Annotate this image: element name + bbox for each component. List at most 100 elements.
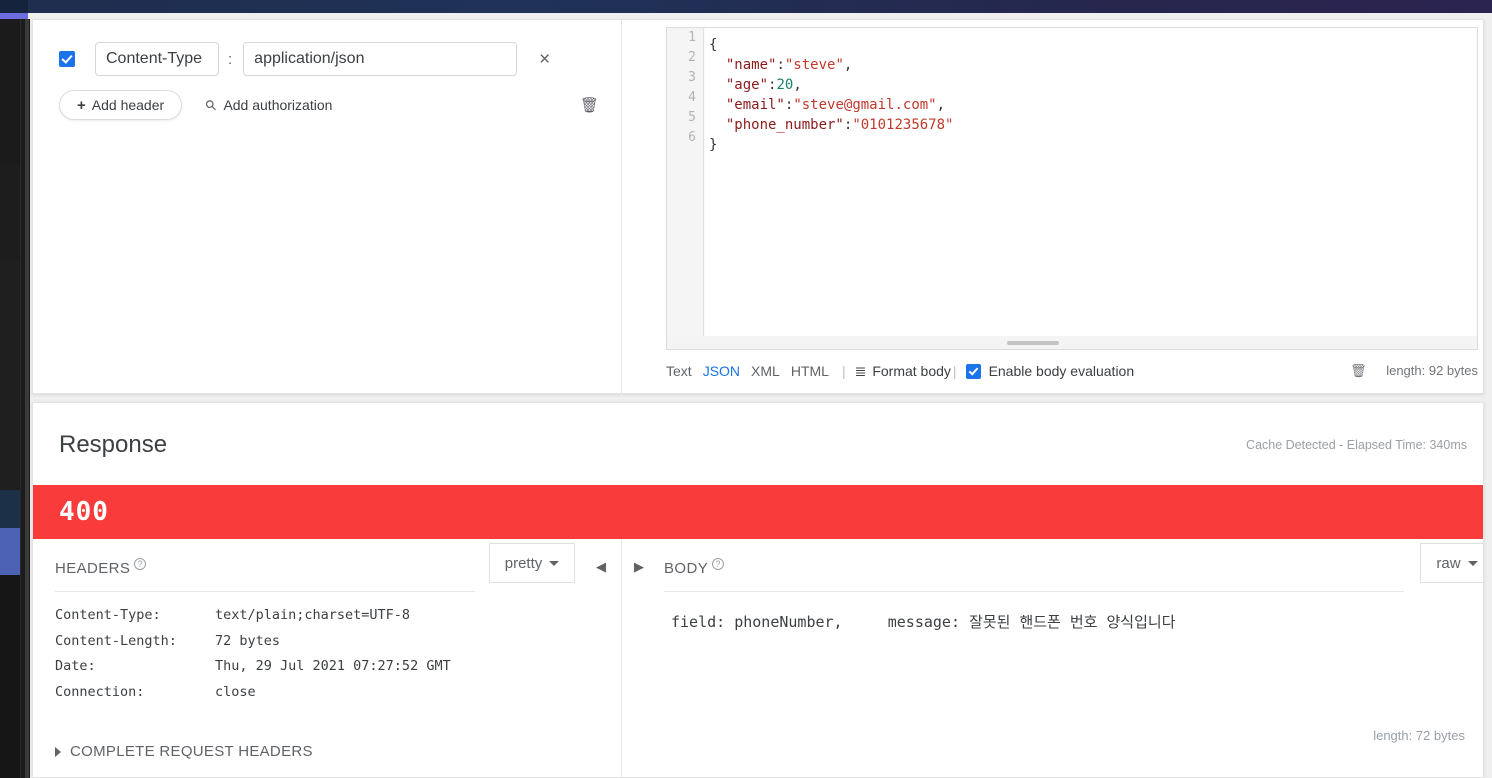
header-value: text/plain;charset=UTF-8 — [215, 607, 411, 623]
headers-underline — [55, 591, 475, 592]
help-icon-body[interactable]: ? — [712, 558, 725, 570]
format-tab-json[interactable]: JSON — [703, 363, 740, 379]
editor-line-number-gutter: 1 2 3 4 5 6 — [667, 28, 704, 341]
code-token-num: 20 — [776, 77, 794, 93]
response-headers-table: Content-Type: text/plain;charset=UTF-8 Con… — [55, 603, 451, 705]
code-token-pun: { — [709, 37, 718, 53]
rail-segment-navy — [0, 490, 20, 528]
format-tab-xml[interactable]: XML — [751, 363, 780, 379]
header-table-row: Date: Thu, 29 Jul 2021 07:27:52 GMT — [55, 654, 451, 680]
code-token-str: "steve" — [784, 57, 844, 73]
code-line: "name":"steve", — [709, 55, 1477, 75]
header-name: Connection: — [55, 683, 145, 700]
editor-activity-rail — [0, 19, 20, 778]
body-label-text: BODY — [664, 560, 709, 577]
rail-segment-dark-4 — [0, 575, 20, 778]
editor-horizontal-scrollbar[interactable] — [666, 336, 1478, 350]
enable-body-evaluation-toggle[interactable]: Enable body evaluation — [965, 363, 1135, 379]
response-title: Response — [59, 431, 168, 458]
format-tab-html[interactable]: HTML — [791, 363, 829, 379]
headers-view-mode-value: pretty — [504, 554, 543, 572]
response-pane-divider — [621, 539, 622, 777]
line-number: 5 — [688, 110, 696, 125]
headers-label-text: HEADERS — [55, 560, 131, 577]
key-icon: ⚲ — [201, 95, 221, 114]
request-body-length-label: length: 92 bytes — [1386, 363, 1478, 378]
code-token-pun: , — [843, 57, 853, 73]
code-token-pun: : — [776, 57, 785, 73]
enable-evaluation-label: Enable body evaluation — [988, 363, 1135, 379]
header-separator: : — [228, 50, 233, 68]
code-line: "email":"steve@gmail.com", — [709, 95, 1477, 115]
rail-segment-blue — [0, 528, 20, 575]
request-body-toolbar: Text JSON XML HTML | ≣ Format body | Enable… — [666, 356, 1478, 386]
window-titlebar — [0, 0, 1492, 13]
help-icon[interactable]: ? — [134, 558, 147, 570]
headers-view-mode-select[interactable]: pretty — [489, 543, 575, 583]
response-header: Response Cache Detected - Elapsed Time: … — [33, 403, 1483, 485]
headers-pane-label: HEADERS? — [55, 558, 147, 577]
editor-rail-scrollbar[interactable] — [25, 19, 29, 778]
enable-evaluation-checkbox[interactable] — [965, 363, 981, 379]
header-table-row: Connection: close — [55, 680, 451, 706]
add-header-label: Add header — [91, 97, 165, 113]
code-token-pun: , — [936, 97, 946, 113]
response-body-pane-header: ▶ BODY? raw — [622, 539, 1483, 595]
chevron-right-icon — [55, 746, 61, 757]
body-view-mode-value: raw — [1436, 554, 1461, 572]
line-number: 6 — [688, 130, 696, 145]
code-token-pun: } — [709, 137, 718, 153]
response-meta: Cache Detected - Elapsed Time: 340ms — [1246, 438, 1467, 452]
line-number: 1 — [688, 30, 696, 45]
add-header-button[interactable]: + Add header — [59, 90, 183, 120]
header-table-row: Content-Type: text/plain;charset=UTF-8 — [55, 603, 451, 629]
request-body-editor[interactable]: 123456 { "name":"steve", "age":20, "emai… — [666, 27, 1478, 342]
code-token-pun — [709, 77, 726, 93]
clear-body-icon[interactable]: 🗑 — [1350, 363, 1367, 378]
remove-header-icon[interactable]: × — [539, 50, 550, 69]
line-number: 4 — [688, 90, 696, 105]
header-value-input[interactable] — [243, 42, 518, 76]
format-tab-text[interactable]: Text — [666, 363, 692, 379]
request-headers-pane: : × + Add header ⚲ Add authorization 🗑 — [33, 20, 621, 395]
body-view-mode-select[interactable]: raw — [1420, 543, 1483, 583]
add-authorization-button[interactable]: ⚲ Add authorization — [202, 95, 333, 114]
code-token-str: "steve@gmail.com" — [793, 97, 937, 113]
code-token-pun: , — [793, 77, 802, 93]
code-line: "phone_number":"0101235678" — [709, 115, 1477, 135]
header-key-input[interactable] — [95, 42, 219, 76]
header-value: Thu, 29 Jul 2021 07:27:52 GMT — [215, 658, 451, 674]
delete-headers-icon[interactable]: 🗑 — [580, 96, 599, 114]
chevron-down-icon — [549, 560, 560, 566]
body-underline — [664, 591, 1404, 592]
header-row: : × — [59, 42, 550, 76]
editor-scrollbar-thumb[interactable] — [1007, 341, 1059, 345]
header-name: Date: — [55, 658, 96, 674]
pane-prev-arrow[interactable]: ◀ — [596, 559, 606, 575]
format-body-button[interactable]: ≣ Format body — [855, 363, 951, 380]
format-body-label: Format body — [872, 363, 951, 379]
header-table-row: Content-Length: 72 bytes — [55, 629, 451, 655]
code-token-key: "email" — [725, 97, 785, 113]
code-line: { — [709, 35, 1477, 55]
header-enabled-checkbox[interactable] — [59, 51, 75, 67]
status-banner: 400 — [33, 485, 1483, 539]
request-actions-row: + Add header ⚲ Add authorization 🗑 — [59, 90, 599, 120]
header-name: Content-Type: — [55, 607, 161, 623]
pane-next-arrow[interactable]: ▶ — [634, 559, 644, 575]
rail-segment-dark-3 — [0, 260, 20, 490]
header-value: close — [215, 683, 256, 700]
code-token-key: "age" — [725, 77, 769, 93]
response-headers-pane-header: HEADERS? pretty ◀ — [33, 539, 621, 595]
line-number: 3 — [688, 70, 696, 85]
page-content: : × + Add header ⚲ Add authorization 🗑 — [30, 13, 1492, 778]
complete-request-headers-label: COMPLETE REQUEST HEADERS — [70, 743, 313, 760]
app-root: : × + Add header ⚲ Add authorization 🗑 — [0, 0, 1492, 778]
code-token-pun — [709, 117, 726, 133]
code-line: } — [709, 135, 1477, 155]
editor-code-area[interactable]: { "name":"steve", "age": 20, "email":"ste… — [705, 28, 1477, 341]
complete-request-headers-toggle[interactable]: COMPLETE REQUEST HEADERS — [55, 743, 313, 760]
rail-segment-dark-1 — [0, 19, 20, 164]
request-body-length: 🗑 length: 92 bytes — [1350, 363, 1478, 379]
response-card: Response Cache Detected - Elapsed Time: … — [32, 402, 1484, 778]
